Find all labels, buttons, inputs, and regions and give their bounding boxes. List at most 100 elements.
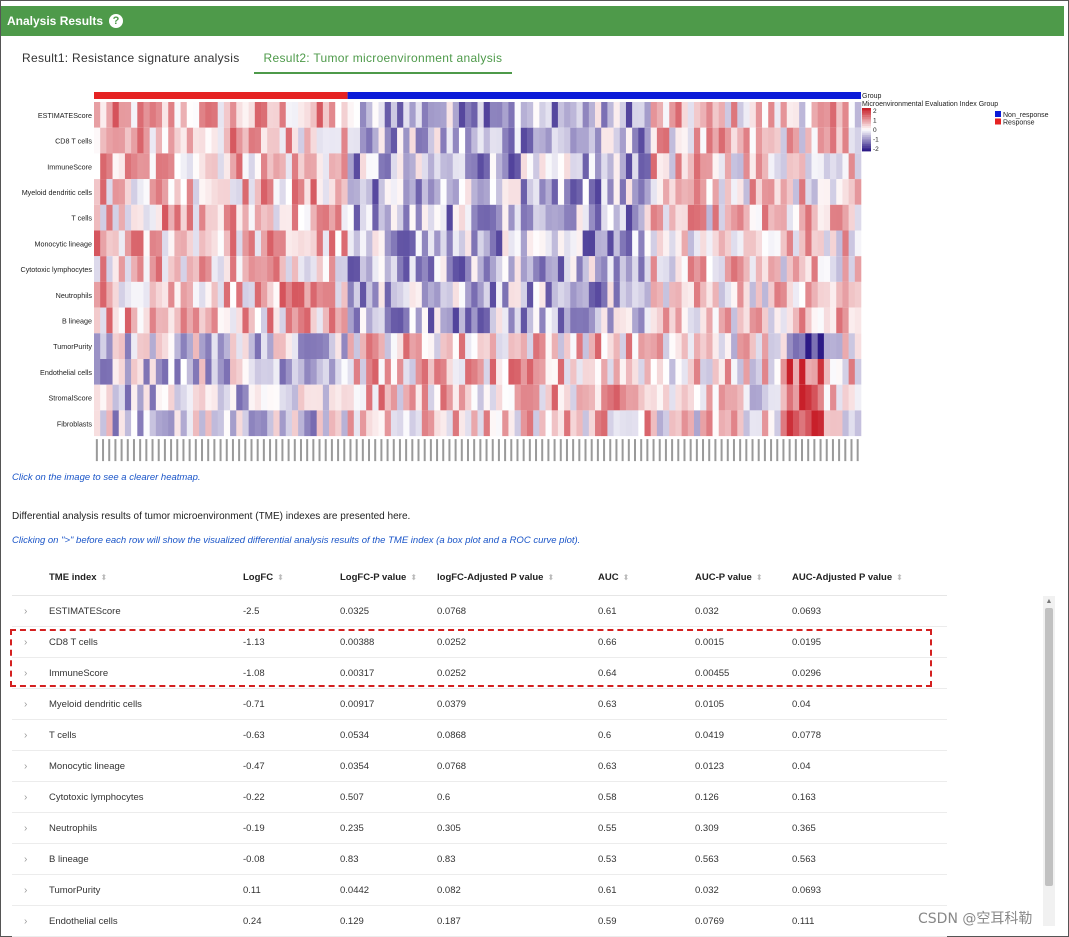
cell-tme-index: B lineage <box>49 853 89 865</box>
expand-row-chevron-icon[interactable]: › <box>12 885 49 896</box>
legend-scale-swatch <box>862 144 871 146</box>
tme-results-table: TME index ⬍ LogFC ⬍ LogFC-P value ⬍ logFC-A… <box>12 560 947 937</box>
legend-scale-swatch <box>862 135 871 137</box>
legend-scale-swatch <box>862 117 871 119</box>
heatmap-cells <box>94 102 862 437</box>
table-row[interactable]: › Neutrophils -0.19 0.235 0.305 0.55 0.309 0.36… <box>12 813 947 844</box>
cell-auc-p: 0.126 <box>695 791 719 803</box>
group-bar-non-response <box>347 92 861 99</box>
cell-tme-index: Myeloid dendritic cells <box>49 698 142 710</box>
col-header-label: TME index <box>49 572 97 583</box>
sort-icon[interactable]: ⬍ <box>756 573 763 582</box>
sort-icon[interactable]: ⬍ <box>896 573 903 582</box>
heatmap-row-label: CD8 T cells <box>55 137 92 146</box>
table-row[interactable]: › Monocytic lineage -0.47 0.0354 0.0768 0.63 0… <box>12 751 947 782</box>
cell-logfc-p: 0.0442 <box>340 884 370 896</box>
legend-group-swatch <box>995 118 1001 125</box>
cell-auc-adj-p: 0.365 <box>792 822 816 834</box>
cell-auc-adj-p: 0.04 <box>792 760 811 772</box>
cell-auc: 0.58 <box>598 791 617 803</box>
tab-tumor-microenvironment[interactable]: Result2: Tumor microenvironment analysis <box>253 44 513 74</box>
cell-auc-adj-p: 0.163 <box>792 791 816 803</box>
legend-scale-swatch <box>862 126 871 128</box>
sort-icon[interactable]: ⬍ <box>547 573 554 582</box>
expand-row-chevron-icon[interactable]: › <box>12 699 49 710</box>
table-row[interactable]: › Cytotoxic lymphocytes -0.22 0.507 0.6 0.58 0… <box>12 782 947 813</box>
col-header-auc[interactable]: AUC ⬍ <box>598 572 695 583</box>
expand-row-chevron-icon[interactable]: › <box>12 730 49 741</box>
legend-index-title: Microenvironmental Evaluation Index Grou… <box>862 101 998 108</box>
table-row[interactable]: › Endothelial cells 0.24 0.129 0.187 0.59 0.07… <box>12 906 947 937</box>
expand-row-chevron-icon[interactable]: › <box>12 916 49 927</box>
table-scrollbar[interactable]: ▲ <box>1043 596 1055 926</box>
sort-icon[interactable]: ⬍ <box>623 573 630 582</box>
col-header-logfc-adj-p[interactable]: logFC-Adjusted P value ⬍ <box>437 572 598 583</box>
cell-logfc-adj-p: 0.0768 <box>437 760 467 772</box>
sort-icon[interactable]: ⬍ <box>277 573 284 582</box>
cell-auc: 0.61 <box>598 884 617 896</box>
legend-scale-tick: 0 <box>873 127 877 134</box>
cell-logfc: -0.47 <box>243 760 265 772</box>
table-row[interactable]: › B lineage -0.08 0.83 0.83 0.53 0.563 0.563 <box>12 844 947 875</box>
cell-logfc-adj-p: 0.082 <box>437 884 461 896</box>
sort-icon[interactable]: ⬍ <box>101 573 108 582</box>
cell-logfc-adj-p: 0.83 <box>437 853 456 865</box>
cell-auc-p: 0.309 <box>695 822 719 834</box>
table-row[interactable]: › Myeloid dendritic cells -0.71 0.00917 0.03… <box>12 689 947 720</box>
cell-logfc-p: 0.83 <box>340 853 359 865</box>
heatmap-row-label: Neutrophils <box>56 291 93 300</box>
legend-scale-tick: 1 <box>873 118 877 125</box>
scroll-thumb[interactable] <box>1045 608 1053 886</box>
cell-logfc-adj-p: 0.0379 <box>437 698 467 710</box>
table-row[interactable]: › T cells -0.63 0.0534 0.0868 0.6 0.0419 0.0778 <box>12 720 947 751</box>
expand-row-chevron-icon[interactable]: › <box>12 606 49 617</box>
tme-description: Differential analysis results of tumor m… <box>12 511 411 522</box>
expand-row-chevron-icon[interactable]: › <box>12 792 49 803</box>
scroll-up-arrow-icon[interactable]: ▲ <box>1043 596 1055 608</box>
cell-auc-adj-p: 0.0693 <box>792 605 822 617</box>
expand-row-chevron-icon[interactable]: › <box>12 854 49 865</box>
help-icon[interactable]: ? <box>109 14 124 28</box>
sort-icon[interactable]: ⬍ <box>410 573 417 582</box>
table-row[interactable]: › ESTIMATEScore -2.5 0.0325 0.0768 0.61 0.032 0… <box>12 596 947 627</box>
tab-resistance-signature[interactable]: Result1: Resistance signature analysis <box>12 44 250 74</box>
legend-scale-swatch <box>862 147 871 150</box>
cell-auc-p: 0.563 <box>695 853 719 865</box>
cell-logfc: 0.11 <box>243 884 261 896</box>
panel-title: Analysis Results <box>7 14 104 28</box>
legend-scale-swatch <box>862 115 871 118</box>
table-row[interactable]: › TumorPurity 0.11 0.0442 0.082 0.61 0.032 0.06… <box>12 875 947 906</box>
legend-scale-swatch <box>862 111 871 114</box>
group-bar-response <box>94 92 348 99</box>
col-header-auc-adj-p[interactable]: AUC-Adjusted P value ⬍ <box>792 572 947 583</box>
legend-group-label: Non_response <box>1003 112 1049 119</box>
col-header-logfc[interactable]: LogFC ⬍ <box>243 572 340 583</box>
legend-scale-tick: -2 <box>873 146 879 153</box>
col-header-auc-p[interactable]: AUC-P value ⬍ <box>695 572 792 583</box>
cell-logfc: -0.22 <box>243 791 265 803</box>
expand-row-chevron-icon[interactable]: › <box>12 823 49 834</box>
heatmap-image[interactable]: ESTIMATEScore CD8 T cells ImmuneScore Myelo… <box>0 86 1069 462</box>
cell-logfc: -0.71 <box>243 698 265 710</box>
legend-scale-swatch <box>862 149 871 152</box>
legend-scale-tick: 2 <box>873 108 877 115</box>
cell-logfc-p: 0.0354 <box>340 760 370 772</box>
cell-logfc: -0.63 <box>243 729 265 741</box>
legend-scale-tick: -1 <box>873 137 879 144</box>
heatmap-row-label: Monocytic lineage <box>34 239 92 248</box>
expand-row-chevron-icon[interactable]: › <box>12 761 49 772</box>
cell-tme-index: Endothelial cells <box>49 915 118 927</box>
heatmap-click-hint: Click on the image to see a clearer heat… <box>12 472 201 483</box>
legend-group-swatch <box>995 111 1001 117</box>
heatmap-row-label: B lineage <box>62 316 92 325</box>
cell-auc: 0.59 <box>598 915 617 927</box>
cell-logfc-adj-p: 0.305 <box>437 822 461 834</box>
col-header-tme-index[interactable]: TME index ⬍ <box>49 572 243 583</box>
cell-logfc-adj-p: 0.187 <box>437 915 461 927</box>
legend-scale-swatch <box>862 122 871 125</box>
col-header-logfc-p[interactable]: LogFC-P value ⬍ <box>340 572 437 583</box>
cell-logfc-p: 0.235 <box>340 822 364 834</box>
cell-logfc: -0.19 <box>243 822 265 834</box>
col-header-label: AUC <box>598 572 619 583</box>
legend-scale-swatch <box>862 113 871 116</box>
